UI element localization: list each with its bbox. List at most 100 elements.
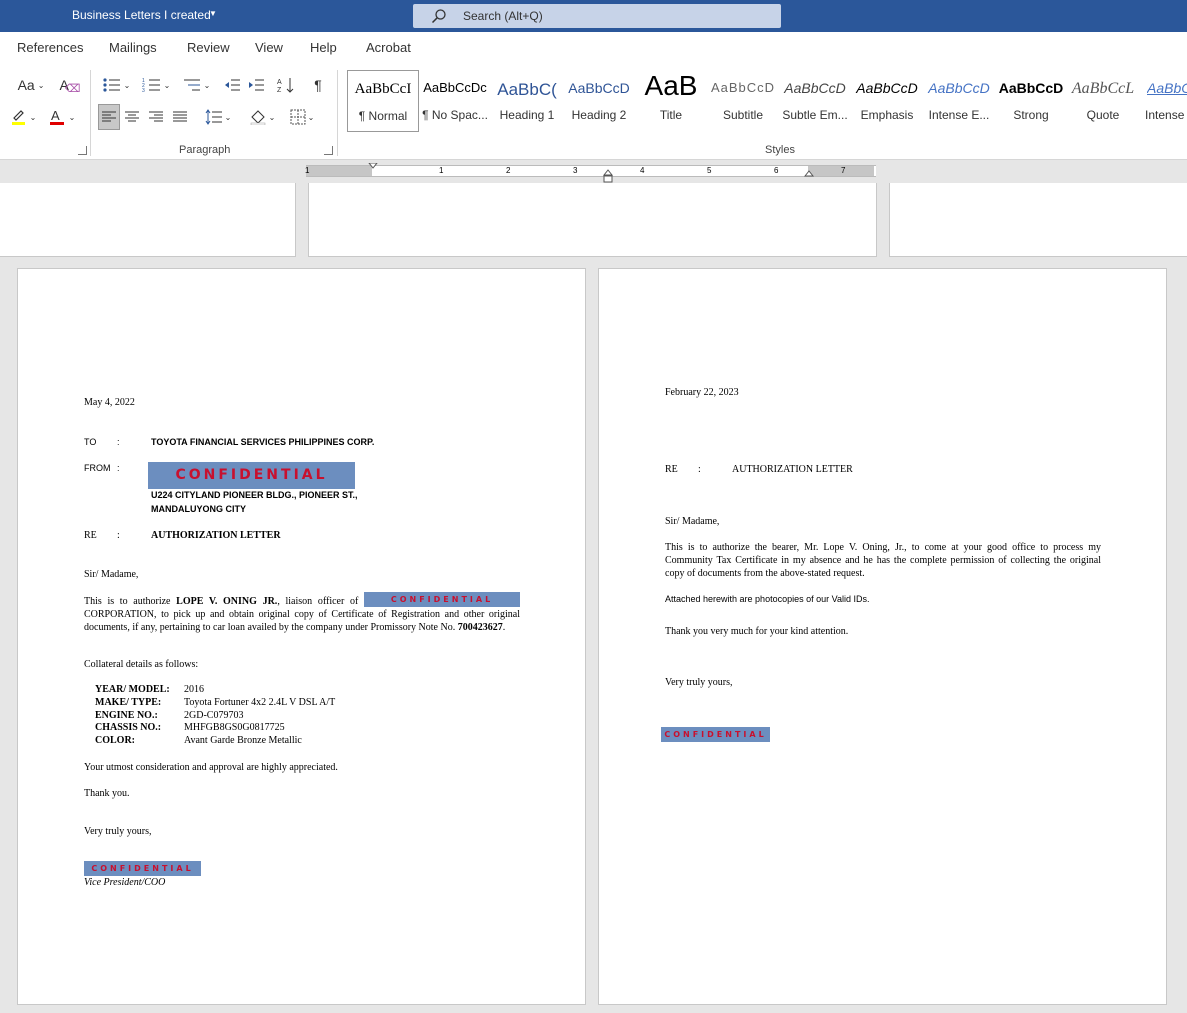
tab-references[interactable]: References	[17, 40, 83, 55]
bullets-icon	[103, 78, 120, 92]
style-heading-2[interactable]: AaBbCcD Heading 2	[563, 70, 635, 132]
detail-value: Avant Garde Bronze Metallic	[184, 735, 302, 746]
recipient-name: TOYOTA FINANCIAL SERVICES PHILIPPINES CO…	[151, 437, 375, 447]
body-text: CORPORATION, to pick up and obtain origi…	[84, 609, 520, 633]
letter-body: This is to authorize the bearer, Mr. Lop…	[665, 542, 1101, 579]
letter-date: February 22, 2023	[665, 387, 739, 398]
tab-acrobat[interactable]: Acrobat	[366, 40, 411, 55]
to-label: TO	[84, 437, 97, 447]
previous-page-bottom	[0, 183, 296, 257]
styles-group-label: Styles	[765, 144, 795, 156]
ruler-number: 4	[640, 166, 645, 175]
detail-value: Toyota Fortuner 4x2 2.4L V DSL A/T	[184, 697, 336, 708]
body-text: , liaison officer of	[277, 595, 359, 607]
ribbon: Aa ⌄ A ⌫ ⌄ A ⌄ ⌄ 1 2 3 ⌄ ⌄ AZ ¶ ⌄ ⌄ ⌄ Pa…	[0, 64, 1187, 160]
tab-help[interactable]: Help	[310, 40, 337, 55]
letter-body: This is to authorize LOPE V. ONING JR., …	[84, 592, 521, 634]
style-quote[interactable]: AaBbCcL Quote	[1067, 70, 1139, 132]
style-title[interactable]: AaB Title	[635, 70, 707, 132]
font-color-button[interactable]: A ⌄	[44, 104, 80, 130]
attached-note: Attached herewith are photocopies of our…	[665, 594, 870, 604]
right-indent-marker[interactable]	[804, 169, 814, 177]
from-label: FROM	[84, 463, 111, 473]
svg-text:Z: Z	[277, 87, 282, 94]
ruler-number: 2	[506, 166, 511, 175]
font-color-icon: A	[49, 108, 64, 125]
collateral-intro: Collateral details as follows:	[84, 659, 199, 670]
align-right-icon[interactable]	[144, 104, 168, 130]
sort-icon[interactable]: AZ	[272, 72, 300, 98]
borders-button[interactable]: ⌄	[284, 104, 320, 130]
document-title[interactable]: Business Letters I created	[72, 8, 211, 22]
style-intense-emphasis[interactable]: AaBbCcD Intense E...	[923, 70, 995, 132]
title-bar: Business Letters I created ▼ Search (Alt…	[0, 0, 1187, 32]
style-heading-1[interactable]: AaBbC( Heading 1	[491, 70, 563, 132]
bullets-button[interactable]: ⌄	[98, 72, 134, 98]
style-emphasis[interactable]: AaBbCcD Emphasis	[851, 70, 923, 132]
tab-mailings[interactable]: Mailings	[109, 40, 157, 55]
ruler-number: 1	[305, 166, 310, 175]
detail-value: 2016	[184, 684, 204, 695]
styles-gallery: AaBbCcI ¶ Normal AaBbCcDc ¶ No Spac... A…	[347, 70, 1187, 132]
salutation: Sir/ Madame,	[665, 516, 720, 527]
colon: :	[117, 530, 120, 541]
detail-label: YEAR/ MODEL:	[95, 684, 170, 695]
justify-icon[interactable]	[168, 104, 192, 130]
style-subtitle[interactable]: AaBbCcD Subtitle	[707, 70, 779, 132]
tab-marker[interactable]	[603, 169, 613, 183]
letter-page-1[interactable]: May 4, 2022 TO : TOYOTA FINANCIAL SERVIC…	[17, 268, 586, 1005]
numbering-button[interactable]: 1 2 3 ⌄	[138, 72, 174, 98]
ruler-number: 1	[439, 166, 444, 175]
search-icon	[431, 9, 446, 24]
highlight-color-button[interactable]: ⌄	[4, 104, 42, 130]
change-case-button[interactable]: Aa ⌄	[14, 72, 48, 98]
shading-button[interactable]: ⌄	[244, 104, 280, 130]
detail-label: MAKE/ TYPE:	[95, 697, 162, 708]
style-no-spacing[interactable]: AaBbCcDc ¶ No Spac...	[419, 70, 491, 132]
ruler-number: 7	[841, 166, 846, 175]
line-spacing-icon	[205, 109, 222, 125]
first-line-indent-marker[interactable]	[368, 163, 378, 171]
detail-label: COLOR:	[95, 735, 135, 746]
highlighter-icon	[11, 110, 25, 125]
body-text: This is to authorize	[84, 595, 171, 607]
horizontal-ruler[interactable]: 1 1 2 3 4 5 6 7	[305, 163, 876, 183]
thanks-text: Thank you very much for your kind attent…	[665, 626, 849, 637]
confidential-redaction: CONFIDENTIAL	[84, 861, 201, 876]
paragraph-group-label: Paragraph	[179, 144, 231, 156]
multilevel-list-button[interactable]: ⌄	[178, 72, 214, 98]
detail-label: ENGINE NO.:	[95, 710, 158, 721]
line-spacing-button[interactable]: ⌄	[200, 104, 236, 130]
style-subtle-emphasis[interactable]: AaBbCcD Subtle Em...	[779, 70, 851, 132]
align-center-icon[interactable]	[120, 104, 144, 130]
group-separator	[90, 70, 91, 156]
confidential-redaction: CONFIDENTIAL	[661, 727, 770, 742]
font-dialog-launcher[interactable]	[78, 146, 87, 155]
style-normal[interactable]: AaBbCcI ¶ Normal	[347, 70, 419, 132]
letter-page-2[interactable]: February 22, 2023 RE : AUTHORIZATION LET…	[598, 268, 1167, 1005]
multilevel-list-icon	[183, 79, 200, 91]
detail-value: 2GD-C079703	[184, 710, 244, 721]
colon: :	[698, 464, 701, 475]
appreciation-text: Your utmost consideration and approval a…	[84, 762, 338, 773]
search-box[interactable]: Search (Alt+Q)	[413, 4, 781, 28]
numbering-icon: 123	[142, 78, 160, 93]
paragraph-dialog-launcher[interactable]	[324, 146, 333, 155]
group-separator	[337, 70, 338, 156]
promissory-note-number: 700423627	[457, 621, 503, 633]
style-intense-quote[interactable]: AaBbC Intense	[1139, 70, 1187, 132]
borders-icon	[290, 109, 306, 125]
clear-formatting-icon[interactable]: A ⌫	[56, 72, 84, 98]
svg-text:A: A	[51, 108, 60, 123]
authorized-person: LOPE V. ONING JR.	[176, 595, 278, 607]
confidential-redaction: CONFIDENTIAL	[364, 592, 521, 607]
chevron-down-icon[interactable]: ▼	[209, 9, 217, 18]
show-formatting-marks-icon[interactable]: ¶	[304, 72, 332, 98]
tab-view[interactable]: View	[255, 40, 283, 55]
tab-review[interactable]: Review	[187, 40, 230, 55]
signatory-title: Vice President/COO	[84, 877, 166, 888]
align-left-icon[interactable]	[98, 104, 120, 130]
ruler-number: 3	[573, 166, 578, 175]
style-strong[interactable]: AaBbCcD Strong	[995, 70, 1067, 132]
increase-indent-icon[interactable]	[242, 72, 270, 98]
